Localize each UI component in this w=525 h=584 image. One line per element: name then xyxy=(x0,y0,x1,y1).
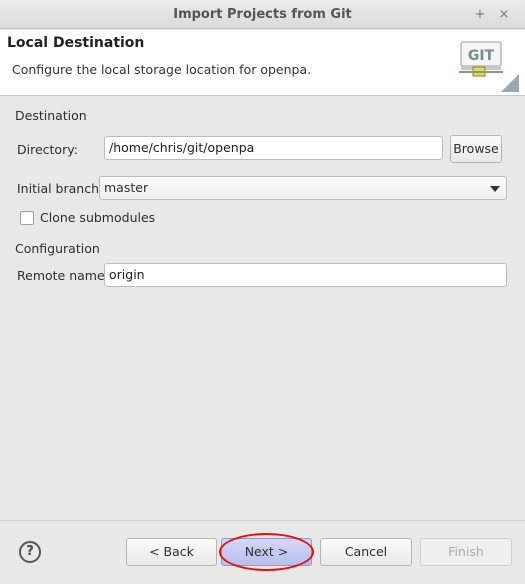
window-title: Import Projects from Git xyxy=(173,7,352,22)
chevron-down-icon xyxy=(490,186,500,192)
clone-submodules-label[interactable]: Clone submodules xyxy=(40,210,155,225)
directory-input[interactable]: /home/chris/git/openpa xyxy=(104,136,443,160)
destination-group-label: Destination xyxy=(15,108,87,123)
directory-label: Directory: xyxy=(17,142,78,157)
close-icon[interactable]: × xyxy=(495,0,513,29)
next-button-highlight xyxy=(219,533,314,571)
finish-button[interactable]: Finish xyxy=(420,538,512,566)
git-logo-text: GIT xyxy=(468,48,495,64)
initial-branch-label: Initial branch: xyxy=(17,181,104,196)
remote-name-input[interactable]: origin xyxy=(104,263,507,287)
browse-button[interactable]: Browse xyxy=(450,135,502,163)
window-titlebar: Import Projects from Git + × xyxy=(0,0,525,29)
page-title: Local Destination xyxy=(7,35,145,51)
git-logo-icon: GIT xyxy=(459,41,519,92)
footer-divider xyxy=(0,520,525,521)
configuration-group-label: Configuration xyxy=(15,241,100,256)
remote-name-label: Remote name: xyxy=(17,268,109,283)
maximize-icon[interactable]: + xyxy=(471,0,489,29)
clone-submodules-checkbox[interactable] xyxy=(20,211,34,225)
initial-branch-value: master xyxy=(104,180,149,195)
back-button[interactable]: < Back xyxy=(126,538,217,566)
page-description: Configure the local storage location for… xyxy=(12,62,312,77)
help-icon[interactable]: ? xyxy=(19,541,41,563)
wizard-header: Local Destination Configure the local st… xyxy=(0,30,525,96)
initial-branch-select[interactable]: master xyxy=(99,176,507,200)
cancel-button[interactable]: Cancel xyxy=(320,538,412,566)
